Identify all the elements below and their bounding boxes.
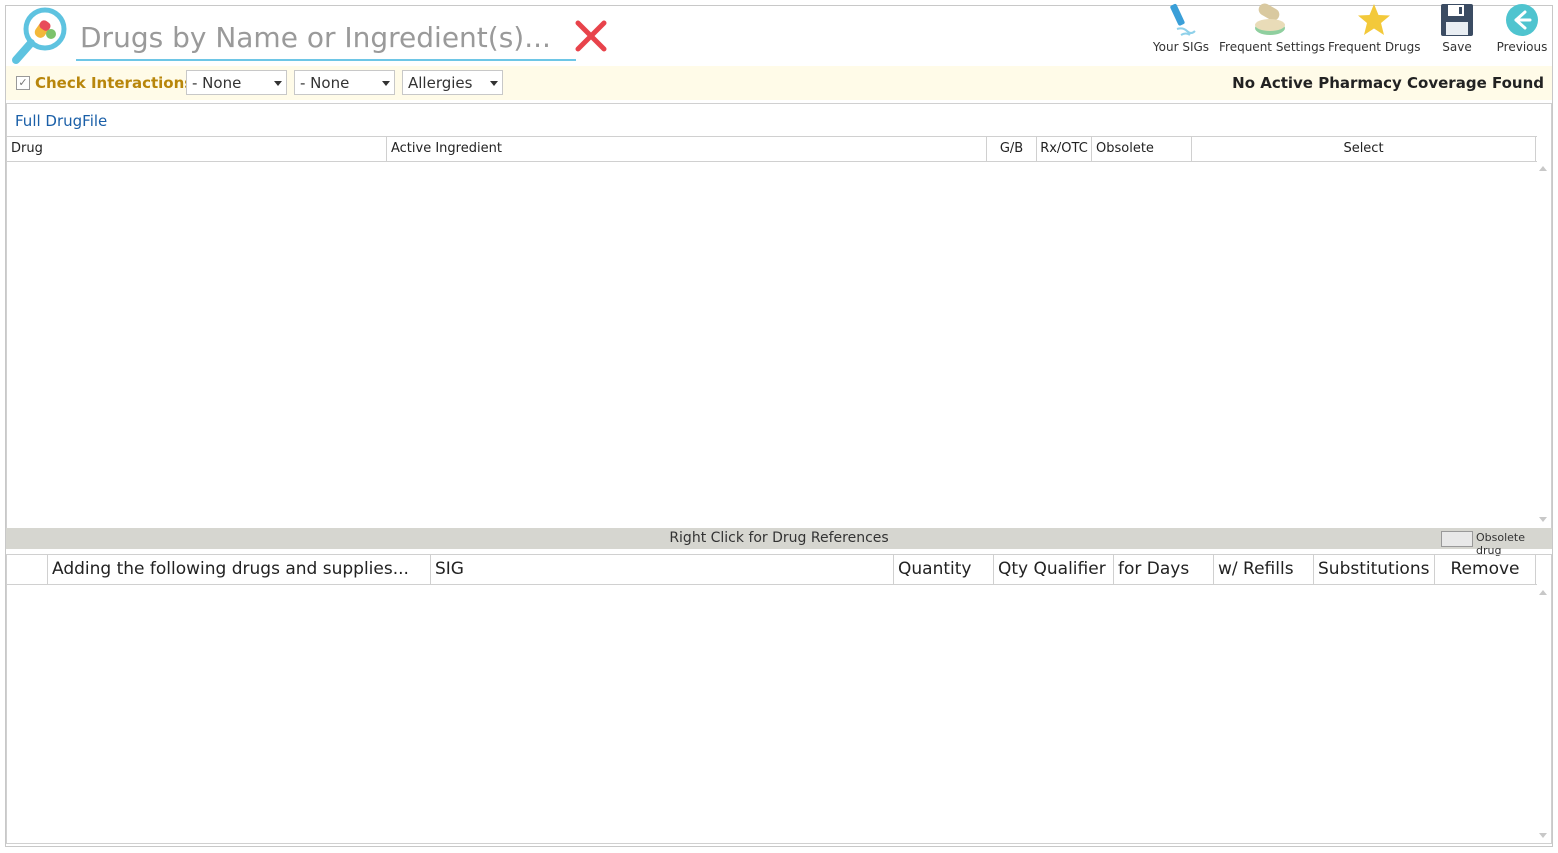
drug-search-input[interactable] bbox=[80, 18, 570, 56]
frequent-drugs-button[interactable]: Frequent Drugs bbox=[1328, 0, 1420, 58]
previous-label: Previous bbox=[1496, 40, 1548, 54]
star-icon bbox=[1358, 4, 1390, 35]
scroll-up-icon[interactable] bbox=[1539, 166, 1547, 171]
column-header-adding-drugs[interactable]: Adding the following drugs and supplies.… bbox=[48, 555, 431, 584]
drug-results-grid: Full DrugFile Drug Active Ingredient G/B… bbox=[6, 103, 1552, 549]
column-header-qty-qualifier[interactable]: Qty Qualifier bbox=[994, 555, 1114, 584]
column-header-gb[interactable]: G/B bbox=[987, 137, 1037, 161]
selected-drugs-header: Adding the following drugs and supplies.… bbox=[7, 555, 1537, 585]
previous-button[interactable]: Previous bbox=[1492, 0, 1552, 58]
interaction-select-1[interactable]: - None bbox=[186, 70, 287, 95]
pen-sig-icon bbox=[1170, 3, 1196, 36]
frequent-settings-label: Frequent Settings bbox=[1219, 40, 1326, 54]
column-header-sig[interactable]: SIG bbox=[431, 555, 894, 584]
scroll-up-icon[interactable] bbox=[1539, 590, 1547, 595]
column-header-for-days[interactable]: for Days bbox=[1114, 555, 1214, 584]
column-header-select[interactable]: Select bbox=[1192, 137, 1536, 161]
obsolete-legend-swatch bbox=[1441, 531, 1473, 547]
interaction-select-2[interactable]: - None bbox=[294, 70, 395, 95]
pill-bowl-icon bbox=[1255, 3, 1285, 35]
frequent-settings-button[interactable]: Frequent Settings bbox=[1219, 0, 1326, 58]
back-arrow-icon bbox=[1506, 4, 1538, 36]
status-bar: Right Click for Drug References Obsolete… bbox=[6, 528, 1552, 557]
drug-references-hint: Right Click for Drug References bbox=[669, 530, 889, 546]
column-header-obsolete[interactable]: Obsolete bbox=[1092, 137, 1192, 161]
column-header-rx-otc[interactable]: Rx/OTC bbox=[1037, 137, 1092, 161]
search-box bbox=[76, 18, 576, 61]
save-label: Save bbox=[1442, 40, 1472, 54]
selected-grid-scrollbar[interactable] bbox=[1537, 586, 1549, 842]
interaction-bar: ✓ Check Interactions: - None - None Alle… bbox=[6, 66, 1552, 100]
clear-search-icon[interactable] bbox=[572, 18, 610, 54]
your-sigs-button[interactable]: Your SIGs bbox=[1150, 0, 1212, 58]
column-header-quantity[interactable]: Quantity bbox=[894, 555, 994, 584]
frequent-drugs-label: Frequent Drugs bbox=[1328, 40, 1421, 54]
check-interactions-label: Check Interactions: bbox=[35, 74, 200, 92]
coverage-status: No Active Pharmacy Coverage Found bbox=[1232, 74, 1544, 92]
floppy-disk-icon bbox=[1441, 4, 1473, 36]
column-header-drug[interactable]: Drug bbox=[7, 137, 387, 161]
allergies-select[interactable]: Allergies bbox=[402, 70, 503, 95]
interaction-select-2-value: - None bbox=[300, 74, 350, 92]
drug-search-logo-icon bbox=[12, 7, 67, 64]
column-header-remove[interactable]: Remove bbox=[1435, 555, 1536, 584]
save-button[interactable]: Save bbox=[1432, 0, 1482, 58]
full-drugfile-link[interactable]: Full DrugFile bbox=[15, 112, 107, 130]
column-header-active-ingredient[interactable]: Active Ingredient bbox=[387, 137, 987, 161]
drug-grid-scrollbar[interactable] bbox=[1537, 162, 1549, 526]
drug-grid-header: Drug Active Ingredient G/B Rx/OTC Obsole… bbox=[7, 136, 1537, 162]
check-interactions-checkbox[interactable]: ✓ bbox=[16, 76, 30, 90]
chevron-down-icon bbox=[490, 81, 498, 86]
allergies-select-value: Allergies bbox=[408, 74, 473, 92]
column-header-substitutions[interactable]: Substitutions bbox=[1314, 555, 1435, 584]
chevron-down-icon bbox=[382, 81, 390, 86]
column-header-refills[interactable]: w/ Refills bbox=[1214, 555, 1314, 584]
scroll-down-icon[interactable] bbox=[1539, 517, 1547, 522]
scroll-down-icon[interactable] bbox=[1539, 833, 1547, 838]
column-header-blank bbox=[7, 555, 48, 584]
selected-drugs-grid: Adding the following drugs and supplies.… bbox=[6, 554, 1552, 844]
your-sigs-label: Your SIGs bbox=[1152, 40, 1210, 54]
interaction-select-1-value: - None bbox=[192, 74, 242, 92]
chevron-down-icon bbox=[274, 81, 282, 86]
